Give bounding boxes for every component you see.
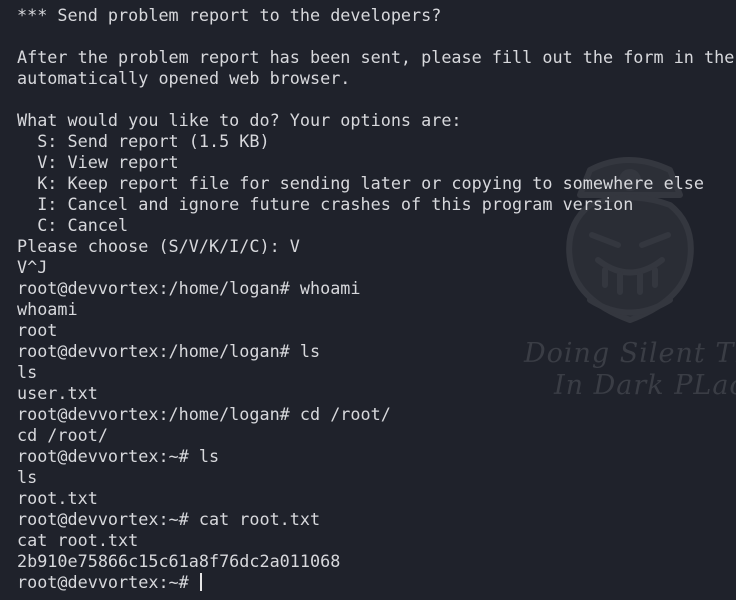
- terminal-line: automatically opened web browser.: [17, 68, 351, 88]
- terminal-line: root.txt: [17, 488, 98, 508]
- terminal-prompt-line[interactable]: root@devvortex:~#: [17, 572, 734, 593]
- text-cursor[interactable]: [199, 573, 202, 591]
- terminal-line: root@devvortex:/home/logan# whoami: [17, 278, 361, 298]
- terminal-line: V^J: [17, 257, 48, 277]
- terminal-line: C: Cancel: [17, 215, 129, 235]
- terminal-output: *** Send problem report to the developer…: [17, 5, 734, 593]
- terminal-line: K: Keep report file for sending later or…: [17, 173, 705, 193]
- terminal-line: After the problem report has been sent, …: [17, 47, 735, 67]
- terminal-prompt: root@devvortex:~#: [17, 572, 199, 592]
- terminal-line: ls: [17, 467, 38, 487]
- terminal-line: user.txt: [17, 383, 98, 403]
- terminal-line: I: Cancel and ignore future crashes of t…: [17, 194, 634, 214]
- terminal-line: root@devvortex:~# cat root.txt: [17, 509, 321, 529]
- terminal-line: cat root.txt: [17, 530, 139, 550]
- terminal-line: ls: [17, 362, 38, 382]
- terminal-line: Please choose (S/V/K/I/C): V: [17, 236, 300, 256]
- terminal-line: root@devvortex:/home/logan# cd /root/: [17, 404, 391, 424]
- terminal-line: V: View report: [17, 152, 179, 172]
- terminal-line: whoami: [17, 299, 78, 319]
- terminal-line: 2b910e75866c15c61a8f76dc2a011068: [17, 551, 341, 571]
- terminal-line: root: [17, 320, 58, 340]
- terminal-window[interactable]: Doing Silent Th In Dark PLac *** Send pr…: [0, 0, 736, 600]
- terminal-line: *** Send problem report to the developer…: [17, 5, 442, 25]
- terminal-line: S: Send report (1.5 KB): [17, 131, 270, 151]
- terminal-line: root@devvortex:/home/logan# ls: [17, 341, 321, 361]
- terminal-line: root@devvortex:~# ls: [17, 446, 220, 466]
- terminal-line: What would you like to do? Your options …: [17, 110, 462, 130]
- terminal-line: cd /root/: [17, 425, 108, 445]
